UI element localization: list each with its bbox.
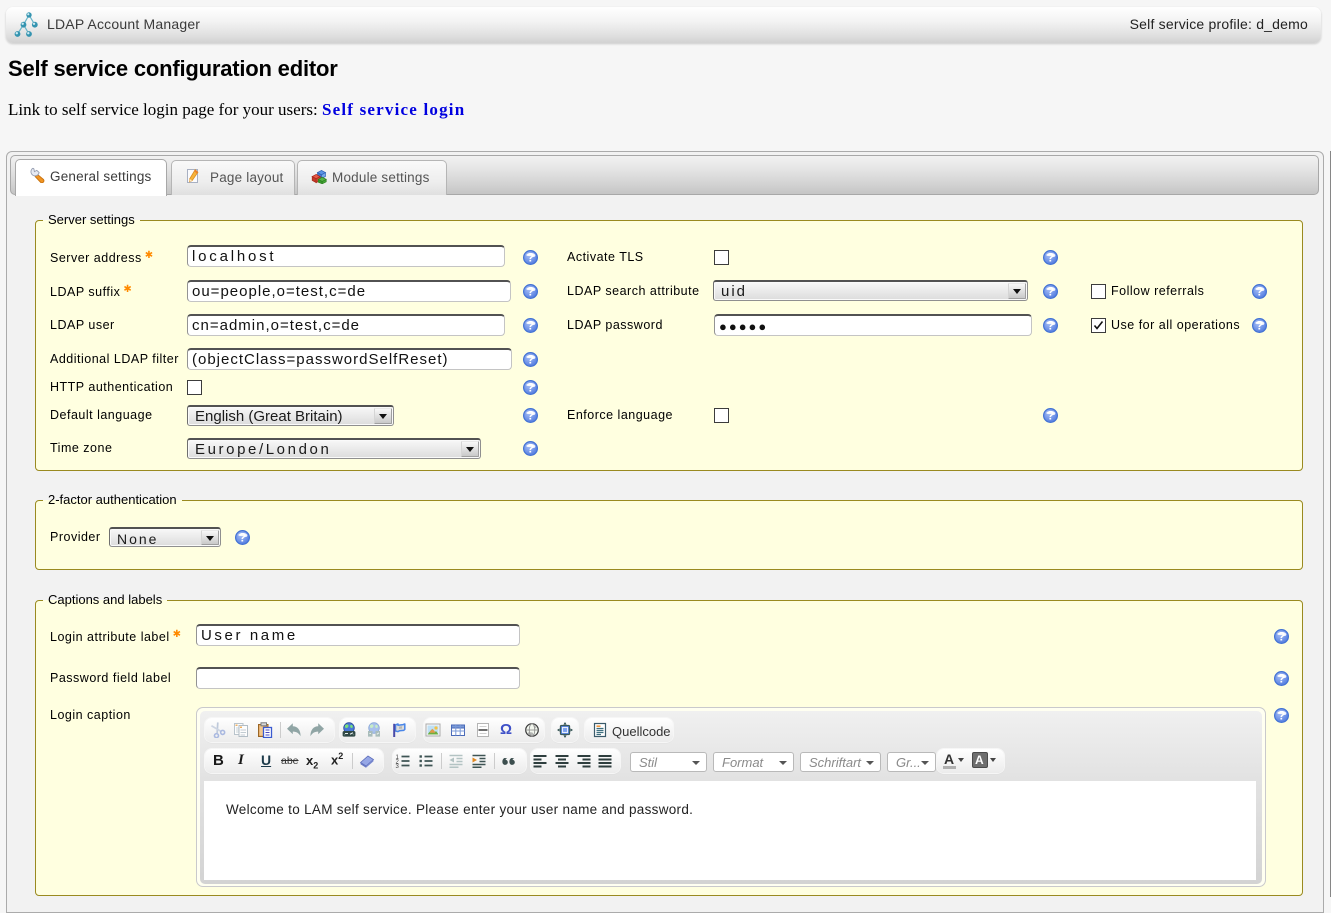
svg-text:3: 3	[396, 764, 400, 769]
